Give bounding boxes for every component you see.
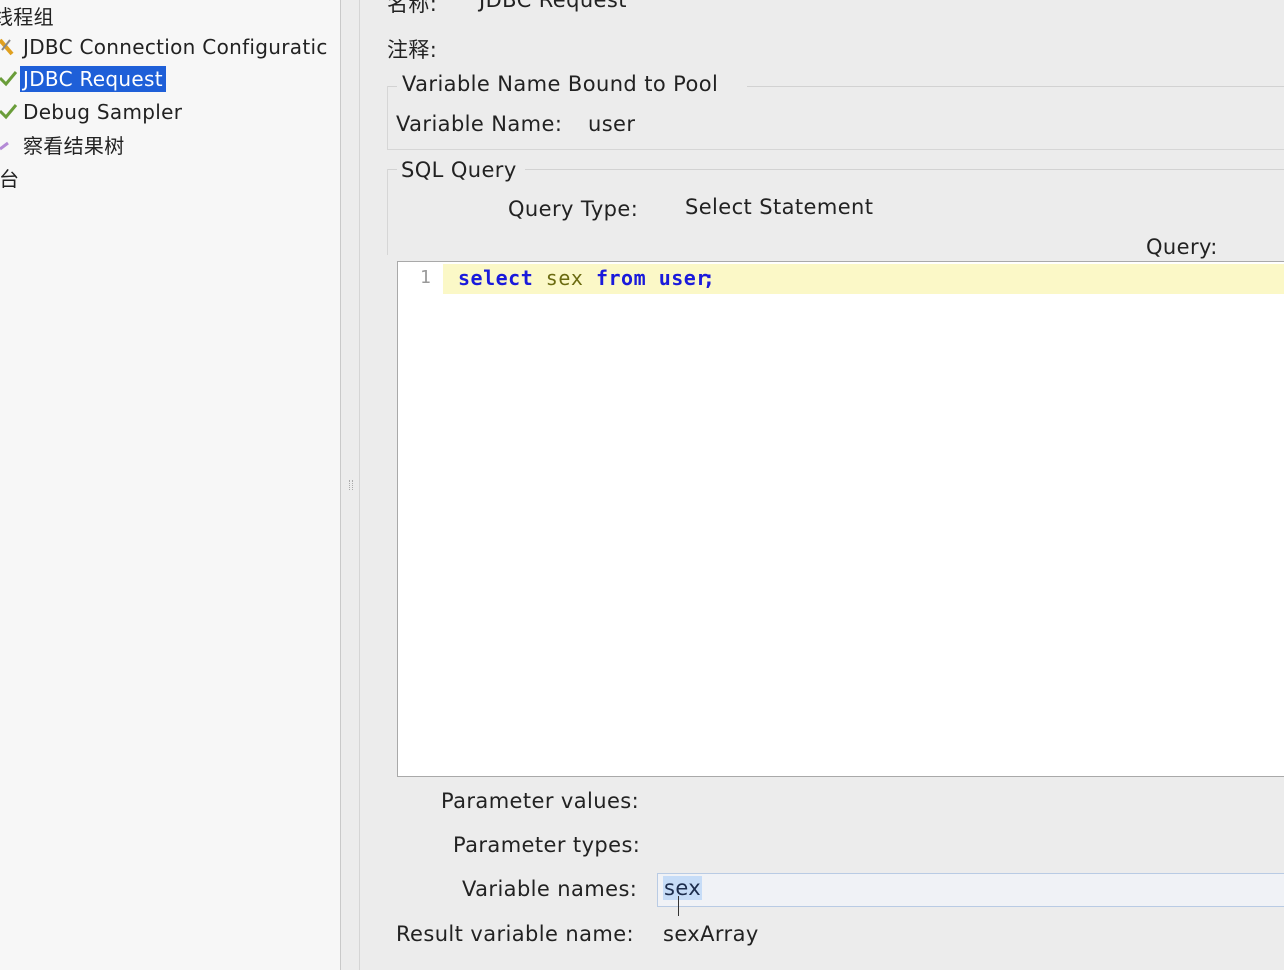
test-plan-tree[interactable]: 线程组 JDBC Connection Configuratic JDBC Re… (0, 0, 341, 970)
tree-item-debug-sampler[interactable]: Debug Sampler (0, 97, 185, 127)
tree-item-workbench[interactable]: 台 (0, 162, 22, 192)
tree-item-label: 察看结果树 (23, 133, 125, 158)
sampler-check-icon (0, 101, 20, 123)
sql-code-line: select sex from user; (458, 266, 715, 290)
comment-field[interactable] (461, 32, 1281, 62)
variable-names-field[interactable]: sex (657, 873, 1284, 916)
tree-item-jdbc-connection[interactable]: JDBC Connection Configuratic (0, 32, 331, 62)
jdbc-request-panel: 名称: JDBC Request 注释: Variable Name Bound… (361, 0, 1284, 970)
result-variable-field[interactable]: sexArray (663, 922, 759, 946)
text-cursor-icon (678, 896, 679, 916)
pool-variable-field[interactable]: user (588, 112, 635, 136)
listener-icon (0, 133, 20, 155)
sampler-check-icon (0, 68, 20, 90)
sql-query-editor[interactable]: 1 select sex from user; (397, 261, 1284, 777)
variable-names-value: sex (663, 876, 703, 900)
pane-splitter[interactable] (342, 0, 360, 970)
parameter-types-field[interactable] (657, 828, 1284, 862)
variable-names-label: Variable names: (462, 877, 638, 901)
query-type-select[interactable]: Select Statement (685, 195, 873, 219)
splitter-grip (349, 480, 353, 490)
query-label: Query: (1146, 235, 1218, 259)
tree-item-label: Debug Sampler (23, 100, 183, 124)
tree-item-thread-group[interactable]: 线程组 (0, 0, 57, 30)
sql-keyword: from (595, 266, 647, 290)
query-type-label: Query Type: (508, 197, 639, 221)
sql-keyword: select (458, 266, 534, 290)
name-label: 名称: (387, 0, 438, 16)
tree-item-jdbc-request[interactable]: JDBC Request (0, 64, 166, 94)
result-variable-label: Result variable name: (396, 922, 634, 946)
tree-item-view-results-tree[interactable]: 察看结果树 (0, 129, 128, 159)
sql-terminator: ; (702, 266, 716, 290)
comment-label: 注释: (387, 38, 438, 62)
wrench-icon (0, 36, 20, 58)
tree-item-label: JDBC Connection Configuratic (23, 35, 328, 59)
sql-section-title: SQL Query (399, 158, 519, 182)
parameter-values-field[interactable] (657, 784, 1284, 818)
tree-item-label: JDBC Request (20, 66, 166, 92)
tree-item-label: 台 (0, 166, 20, 191)
pool-variable-label: Variable Name: (396, 112, 563, 136)
tree-item-label: 线程组 (0, 4, 54, 29)
parameter-types-label: Parameter types: (453, 833, 641, 857)
parameter-values-label: Parameter values: (441, 789, 640, 813)
sql-identifier: user (658, 266, 709, 290)
line-number: 1 (420, 267, 431, 288)
sql-identifier: sex (545, 266, 584, 290)
name-field[interactable]: JDBC Request (479, 0, 627, 12)
pool-section-title: Variable Name Bound to Pool (400, 72, 721, 96)
